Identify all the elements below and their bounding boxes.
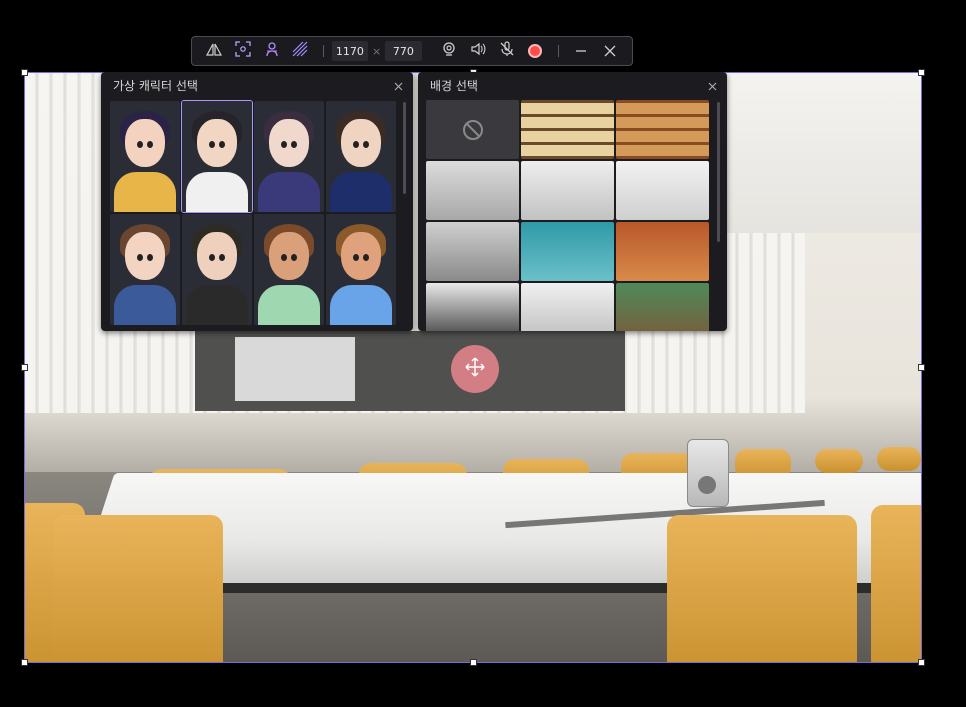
background-panel-title: 배경 선택	[430, 78, 478, 93]
bg-office-shelf[interactable]	[426, 283, 519, 331]
avatar-3d-girl[interactable]	[254, 214, 324, 325]
minimize-icon	[575, 42, 587, 61]
avatar-button[interactable]	[257, 37, 286, 65]
avatar-grid	[110, 100, 396, 325]
resize-handle-right[interactable]	[918, 364, 925, 371]
avatar-anime-boy-navy[interactable]	[326, 101, 396, 212]
avatar-panel-close-button[interactable]	[391, 78, 405, 92]
toolbar-divider	[557, 45, 559, 57]
background-select-panel: 배경 선택	[418, 72, 727, 331]
webcam-button[interactable]	[435, 37, 464, 65]
toolbar-divider	[322, 45, 324, 57]
avatar-panel-title: 가상 캐릭터 선택	[113, 78, 198, 93]
dimension-separator: ×	[372, 44, 382, 58]
resize-handle-bottom-right[interactable]	[918, 659, 925, 666]
background-grid	[426, 100, 709, 331]
bg-brick-texture[interactable]	[616, 222, 709, 281]
close-icon	[604, 42, 616, 61]
move-handle-button[interactable]	[451, 345, 499, 393]
bg-teal-texture[interactable]	[521, 222, 614, 281]
mic-button[interactable]	[492, 37, 521, 65]
bg-chalkboard[interactable]	[616, 283, 709, 331]
no-background-icon	[461, 118, 485, 146]
mirror-button[interactable]	[200, 37, 229, 65]
bg-bookshelf-light[interactable]	[521, 100, 614, 159]
speaker-button[interactable]	[464, 37, 493, 65]
record-button[interactable]	[521, 37, 550, 65]
resize-handle-top-left[interactable]	[21, 69, 28, 76]
bg-none[interactable]	[426, 100, 519, 159]
resize-handle-top-right[interactable]	[918, 69, 925, 76]
avatar-anime-girl-blue[interactable]	[254, 101, 324, 212]
close-button[interactable]	[595, 37, 624, 65]
minimize-button[interactable]	[567, 37, 596, 65]
close-icon	[394, 76, 403, 95]
bg-white-shelf[interactable]	[521, 283, 614, 331]
capture-toolbar: 1170 × 770	[191, 36, 633, 66]
avatar-anime-girl-hoodie[interactable]	[110, 214, 180, 325]
bg-meeting-room[interactable]	[521, 161, 614, 220]
width-field[interactable]: 1170	[331, 41, 369, 61]
record-icon	[528, 44, 543, 58]
avatar-select-panel: 가상 캐릭터 선택	[101, 72, 413, 331]
bg-shadow-wall[interactable]	[426, 222, 519, 281]
background-panel-close-button[interactable]	[705, 78, 719, 92]
effect-icon	[292, 41, 308, 61]
resize-handle-bottom[interactable]	[470, 659, 477, 666]
bg-bookshelf-warm[interactable]	[616, 100, 709, 159]
mirror-icon	[206, 42, 223, 61]
avatar-anime-boy-white[interactable]	[181, 100, 253, 213]
focus-button[interactable]	[229, 37, 258, 65]
speaker-icon	[470, 41, 486, 61]
avatar-anime-girl-yellow[interactable]	[110, 101, 180, 212]
bg-conference-room[interactable]	[426, 161, 519, 220]
avatar-panel-scrollbar[interactable]	[403, 102, 406, 194]
webcam-icon	[441, 41, 457, 61]
effect-button[interactable]	[286, 37, 315, 65]
focus-icon	[235, 41, 251, 61]
mic-muted-icon	[499, 41, 515, 61]
close-icon	[708, 76, 717, 95]
resize-handle-bottom-left[interactable]	[21, 659, 28, 666]
bg-white-studio[interactable]	[616, 161, 709, 220]
resize-handle-left[interactable]	[21, 364, 28, 371]
avatar-anime-boy-green[interactable]	[182, 214, 252, 325]
background-panel-scrollbar[interactable]	[717, 102, 720, 242]
avatar-icon	[264, 41, 280, 61]
move-icon	[465, 357, 485, 381]
avatar-3d-boy[interactable]	[326, 214, 396, 325]
height-field[interactable]: 770	[385, 41, 422, 61]
